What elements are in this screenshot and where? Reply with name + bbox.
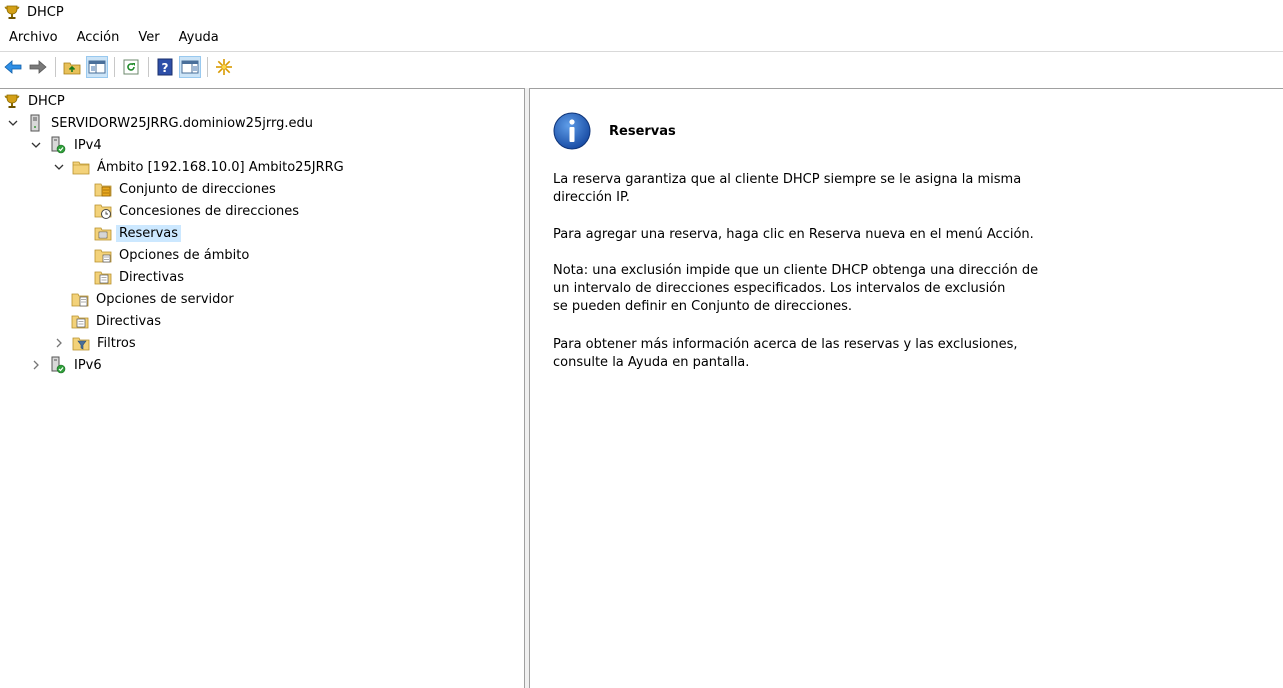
tree-item-scope-policies[interactable]: Directivas <box>94 267 187 287</box>
server-icon <box>26 114 44 132</box>
up-one-level-button[interactable] <box>61 56 83 78</box>
tree-item-label: Concesiones de direcciones <box>119 203 300 219</box>
detail-title: Reservas <box>609 123 676 139</box>
detail-header: Reservas <box>552 111 676 151</box>
tree-item-address-leases[interactable]: Concesiones de direcciones <box>94 201 302 221</box>
new-star-icon <box>216 59 232 75</box>
filters-icon <box>72 334 90 352</box>
menu-ver[interactable]: Ver <box>129 30 169 45</box>
policies-icon <box>71 312 89 330</box>
menu-bar: Archivo Acción Ver Ayuda <box>0 26 1283 48</box>
ipv4-server-icon <box>49 136 67 154</box>
detail-paragraph: Nota: una exclusión impide que un client… <box>553 262 1273 316</box>
tree-item-label: Filtros <box>97 335 136 351</box>
menu-divider <box>0 51 1283 52</box>
folder-icon <box>72 158 90 176</box>
console-tree-pane: DHCP SERVIDORW25JRRG.dominiow25jrrg.edu <box>0 88 524 688</box>
tree-item-ipv6[interactable]: IPv6 <box>29 355 105 375</box>
detail-text-line: consulte la Ayuda en pantalla. <box>553 355 750 370</box>
chevron-down-icon[interactable] <box>52 160 66 174</box>
show-hide-action-pane-button[interactable] <box>179 56 201 78</box>
title-bar: DHCP <box>0 0 1283 24</box>
detail-pane: Reservas La reserva garantiza que al cli… <box>530 88 1283 688</box>
dhcp-trophy-icon <box>4 4 20 20</box>
back-arrow-icon <box>4 60 22 74</box>
mmc-window: DHCP Archivo Acción Ver Ayuda ? DHCP SER… <box>0 0 1283 688</box>
tree-item-server-options[interactable]: Opciones de servidor <box>71 289 237 309</box>
tree-item-filters[interactable]: Filtros <box>52 333 139 353</box>
detail-paragraph: Para agregar una reserva, haga clic en R… <box>553 226 1273 244</box>
chevron-down-icon[interactable] <box>6 116 20 130</box>
menu-ayuda[interactable]: Ayuda <box>170 30 229 45</box>
tree-item-ipv4[interactable]: IPv4 <box>29 135 105 155</box>
svg-text:?: ? <box>162 61 169 75</box>
window-title: DHCP <box>27 4 64 20</box>
tree-item-label: Conjunto de direcciones <box>119 181 276 197</box>
toolbar-separator <box>207 57 208 77</box>
detail-text-line: Para agregar una reserva, haga clic en R… <box>553 227 1034 242</box>
tree-item-label: Directivas <box>96 313 161 329</box>
tree-item-reservations[interactable]: Reservas <box>94 223 181 243</box>
detail-paragraph: Para obtener más información acerca de l… <box>553 336 1273 372</box>
detail-text-line: Nota: una exclusión impide que un client… <box>553 263 1039 278</box>
detail-text-line: La reserva garantiza que al cliente DHCP… <box>553 172 1022 187</box>
console-tree-icon <box>88 60 106 74</box>
detail-text-line: un intervalo de direcciones especificado… <box>553 281 1006 296</box>
toolbar-separator <box>114 57 115 77</box>
tree-item-label: Opciones de servidor <box>96 291 234 307</box>
tree-item-dhcp[interactable]: DHCP <box>3 91 68 111</box>
detail-paragraph: La reserva garantiza que al cliente DHCP… <box>553 171 1273 207</box>
tree-item-address-pool[interactable]: Conjunto de direcciones <box>94 179 279 199</box>
policies-icon <box>94 268 112 286</box>
detail-text-line: Para obtener más información acerca de l… <box>553 337 1018 352</box>
address-pool-icon <box>94 180 112 198</box>
chevron-down-icon[interactable] <box>29 138 43 152</box>
menu-accion[interactable]: Acción <box>68 30 130 45</box>
reservations-icon <box>94 224 112 242</box>
dhcp-trophy-icon <box>3 92 21 110</box>
tree-item-label: DHCP <box>28 93 65 109</box>
toolbar: ? <box>0 53 1283 81</box>
tree-item-label: SERVIDORW25JRRG.dominiow25jrrg.edu <box>51 115 313 131</box>
folder-up-icon <box>63 62 81 75</box>
scope-options-icon <box>94 246 112 264</box>
tree-item-label: Opciones de ámbito <box>119 247 250 263</box>
tree-item-server-policies[interactable]: Directivas <box>71 311 164 331</box>
tree-item-scope-options[interactable]: Opciones de ámbito <box>94 245 252 265</box>
detail-text-line: se pueden definir en Conjunto de direcci… <box>553 299 852 314</box>
toolbar-separator <box>55 57 56 77</box>
chevron-right-icon[interactable] <box>29 358 43 372</box>
address-leases-icon <box>94 202 112 220</box>
detail-text-line: dirección IP. <box>553 190 630 205</box>
tree-item-label: Directivas <box>119 269 184 285</box>
refresh-icon <box>123 59 139 75</box>
back-button[interactable] <box>2 56 24 78</box>
tree-item-label: Reservas <box>116 224 181 242</box>
tree-item-label: IPv4 <box>74 137 102 153</box>
help-icon: ? <box>157 58 173 76</box>
forward-arrow-icon <box>29 60 47 74</box>
refresh-button[interactable] <box>120 56 142 78</box>
ipv6-server-icon <box>49 356 67 374</box>
menu-archivo[interactable]: Archivo <box>0 30 68 45</box>
chevron-right-icon[interactable] <box>52 336 66 350</box>
tree-item-scope[interactable]: Ámbito [192.168.10.0] Ambito25JRRG <box>52 157 347 177</box>
toolbar-separator <box>148 57 149 77</box>
server-options-icon <box>71 290 89 308</box>
tree-item-label: IPv6 <box>74 357 102 373</box>
tree-item-label: Ámbito [192.168.10.0] Ambito25JRRG <box>97 159 344 175</box>
forward-button[interactable] <box>27 56 49 78</box>
show-hide-console-tree-button[interactable] <box>86 56 108 78</box>
action-pane-icon <box>181 60 199 74</box>
new-reservation-button[interactable] <box>213 56 235 78</box>
help-button[interactable]: ? <box>154 56 176 78</box>
tree-item-server[interactable]: SERVIDORW25JRRG.dominiow25jrrg.edu <box>6 113 316 133</box>
info-icon <box>552 111 592 151</box>
